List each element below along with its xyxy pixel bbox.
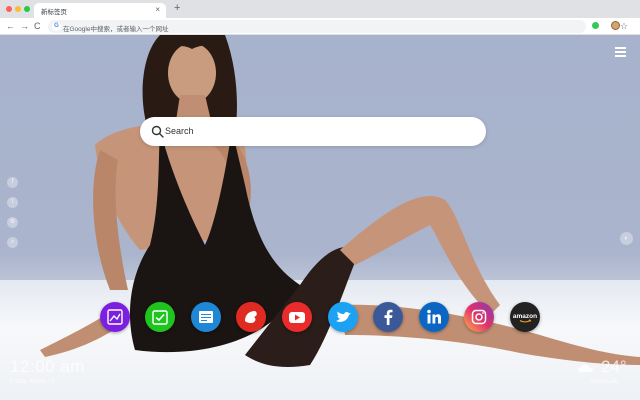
cloud-icon bbox=[577, 364, 593, 372]
tasks-app-button[interactable] bbox=[145, 302, 175, 332]
note-icon bbox=[191, 302, 221, 332]
facebook-icon bbox=[373, 302, 403, 332]
new-tab-page: Search f t ⚙ ⌕ ◐ amazon 12:00 am Friday,… bbox=[0, 35, 640, 400]
instagram-icon bbox=[464, 302, 494, 332]
search-input[interactable]: Search bbox=[165, 126, 194, 136]
checkmark-icon bbox=[145, 302, 175, 332]
twitter-app-button[interactable] bbox=[328, 302, 358, 332]
google-icon: G bbox=[52, 22, 61, 31]
image-app-button[interactable] bbox=[100, 302, 130, 332]
linkedin-app-button[interactable] bbox=[419, 302, 449, 332]
extension-status-icon[interactable] bbox=[592, 22, 599, 29]
address-bar[interactable]: G 在Google中搜索，或者输入一个网址 ☆ bbox=[48, 20, 628, 33]
new-tab-button[interactable]: + bbox=[174, 2, 180, 15]
facebook-icon[interactable]: f bbox=[7, 177, 18, 188]
youtube-icon bbox=[282, 302, 312, 332]
twitter-icon[interactable]: t bbox=[7, 197, 18, 208]
side-icon-column: f t ⚙ ⌕ bbox=[7, 177, 19, 257]
search-icon bbox=[151, 125, 164, 138]
weather-temperature: 24° bbox=[601, 357, 627, 376]
amazon-app-button[interactable]: amazon bbox=[510, 302, 540, 332]
amazon-icon: amazon bbox=[510, 302, 540, 332]
linkedin-icon bbox=[419, 302, 449, 332]
weather-location: Sunnyvale bbox=[590, 379, 619, 385]
back-button[interactable]: ← bbox=[6, 20, 15, 32]
tab-strip: 新标签页 × + bbox=[0, 0, 640, 18]
tab-title: 新标签页 bbox=[41, 9, 67, 16]
maximize-window-button[interactable] bbox=[24, 6, 30, 12]
gamepad-icon bbox=[236, 302, 266, 332]
settings-icon[interactable]: ⚙ bbox=[7, 217, 18, 228]
address-placeholder: 在Google中搜索，或者输入一个网址 bbox=[63, 25, 169, 33]
notes-app-button[interactable] bbox=[191, 302, 221, 332]
image-icon bbox=[100, 302, 130, 332]
reload-button[interactable]: C bbox=[34, 20, 41, 32]
minimize-window-button[interactable] bbox=[15, 6, 21, 12]
app-dock: amazon bbox=[100, 302, 550, 334]
search-bar[interactable]: Search bbox=[140, 117, 486, 146]
bookmark-star-icon[interactable]: ☆ bbox=[620, 20, 628, 33]
search-small-icon[interactable]: ⌕ bbox=[7, 237, 18, 248]
facebook-app-button[interactable] bbox=[373, 302, 403, 332]
amazon-label: amazon bbox=[513, 313, 537, 320]
close-window-button[interactable] bbox=[6, 6, 12, 12]
settings-menu-icon[interactable] bbox=[615, 47, 626, 59]
youtube-app-button[interactable] bbox=[282, 302, 312, 332]
background-switch-icon[interactable]: ◐ bbox=[620, 232, 633, 245]
twitter-icon bbox=[328, 302, 358, 332]
tab-close-icon[interactable]: × bbox=[155, 5, 160, 15]
clock-time: 12:00 am bbox=[10, 357, 85, 376]
instagram-app-button[interactable] bbox=[464, 302, 494, 332]
profile-avatar[interactable] bbox=[611, 21, 620, 30]
games-app-button[interactable] bbox=[236, 302, 266, 332]
forward-button[interactable]: → bbox=[20, 20, 29, 32]
clock-date: Friday, March 15 bbox=[10, 379, 55, 385]
background-photo bbox=[40, 35, 640, 367]
browser-toolbar: ← → C G 在Google中搜索，或者输入一个网址 ☆ ⋮ bbox=[0, 18, 640, 49]
tab-new-tab[interactable]: 新标签页 × bbox=[34, 3, 166, 18]
